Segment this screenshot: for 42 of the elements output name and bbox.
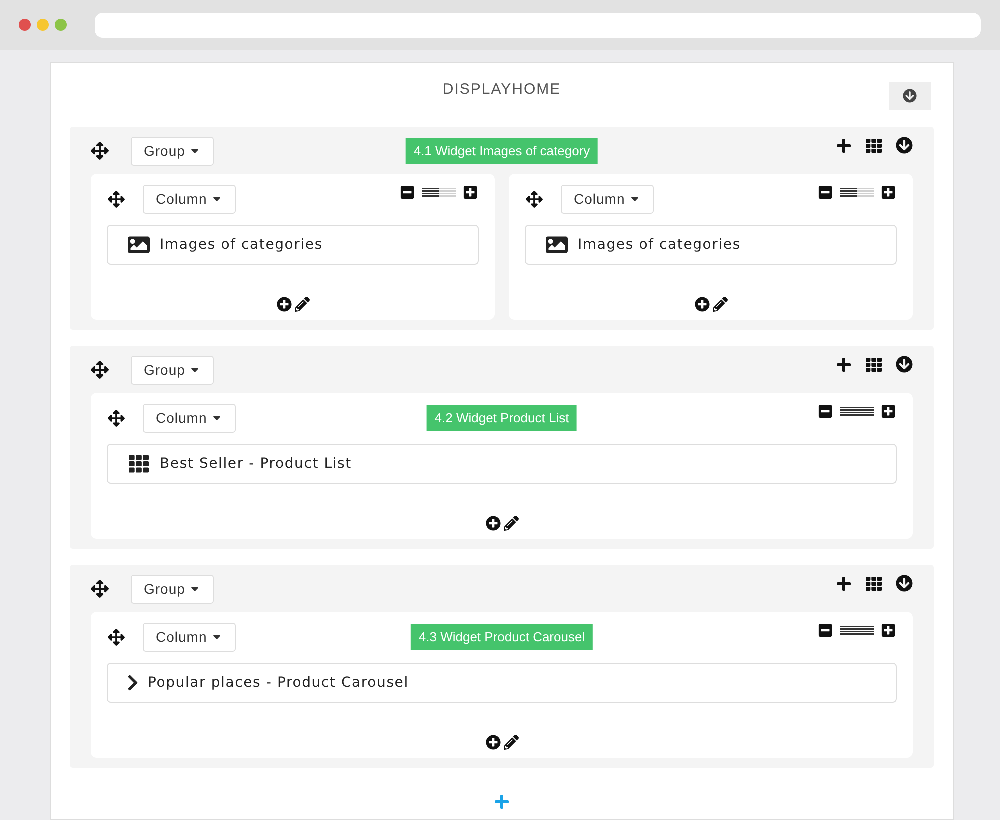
add-plus-icon[interactable] bbox=[494, 794, 510, 810]
widget-label: Best Seller - Product List bbox=[160, 454, 352, 474]
pencil-icon[interactable] bbox=[712, 297, 728, 312]
widget-item[interactable]: Popular places - Product Carousel bbox=[107, 663, 897, 703]
column-dropdown[interactable]: Column bbox=[561, 184, 654, 214]
group-dropdown[interactable]: Group bbox=[131, 136, 214, 166]
grid-icon[interactable] bbox=[864, 576, 884, 592]
widget-item[interactable]: Best Seller - Product List bbox=[107, 444, 897, 484]
column-dropdown[interactable]: Column bbox=[143, 622, 236, 652]
annotation-label: 4.2 Widget Product List bbox=[426, 405, 578, 431]
move-icon[interactable] bbox=[91, 361, 109, 379]
group-dropdown[interactable]: Group bbox=[131, 574, 214, 604]
annotation-label: 4.1 Widget Images of category bbox=[406, 138, 598, 164]
plus-icon[interactable] bbox=[836, 138, 852, 154]
move-icon[interactable] bbox=[91, 580, 109, 598]
column-dropdown[interactable]: Column bbox=[143, 404, 236, 432]
pencil-icon[interactable] bbox=[504, 735, 518, 750]
plus-icon[interactable] bbox=[836, 576, 852, 592]
group-dropdown[interactable]: Group bbox=[131, 356, 214, 384]
pencil-icon[interactable] bbox=[504, 516, 518, 531]
download-icon bbox=[903, 89, 917, 103]
move-icon[interactable] bbox=[91, 142, 109, 160]
move-icon[interactable] bbox=[108, 410, 125, 426]
widget-label: Images of categories bbox=[578, 236, 741, 254]
grid-icon[interactable] bbox=[864, 138, 884, 154]
page-title: DISPLAYHOME bbox=[442, 80, 562, 100]
download-button[interactable] bbox=[889, 82, 931, 110]
plus-icon[interactable] bbox=[836, 356, 852, 372]
move-icon[interactable] bbox=[108, 628, 125, 646]
widget-item[interactable]: Images of categories bbox=[107, 225, 479, 265]
annotation-label: 4.3 Widget Product Carousel bbox=[410, 624, 594, 650]
column-dropdown[interactable]: Column bbox=[143, 184, 236, 214]
download-icon[interactable] bbox=[896, 137, 913, 154]
widget-item[interactable]: Images of categories bbox=[525, 225, 897, 265]
move-icon[interactable] bbox=[526, 190, 543, 208]
widget-label: Popular places - Product Carousel bbox=[148, 674, 409, 692]
grid-icon[interactable] bbox=[864, 356, 884, 372]
move-icon[interactable] bbox=[108, 190, 125, 208]
pencil-icon[interactable] bbox=[294, 297, 310, 312]
download-icon[interactable] bbox=[896, 356, 913, 373]
widget-label: Images of categories bbox=[160, 236, 323, 254]
download-icon[interactable] bbox=[896, 575, 913, 592]
